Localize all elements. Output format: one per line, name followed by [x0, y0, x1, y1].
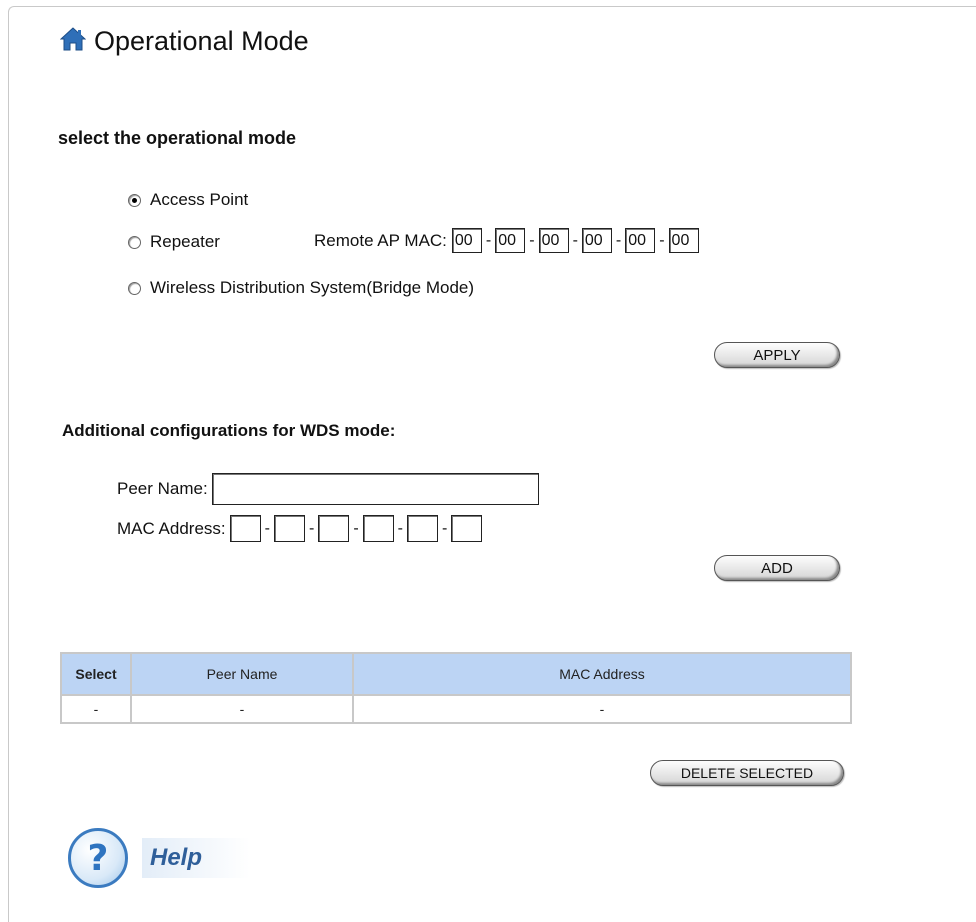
remote-mac-octet-2[interactable] — [495, 228, 526, 253]
table-cell-peer-name: - — [130, 694, 354, 724]
wds-mac-fields: - - - - - — [229, 515, 483, 542]
table-row: - - - — [60, 694, 852, 724]
option-label-repeater: Repeater — [150, 232, 220, 251]
page-header: Operational Mode — [59, 26, 309, 57]
radio-access-point[interactable] — [128, 193, 141, 207]
peer-name-row: Peer Name: — [117, 473, 539, 505]
remote-ap-mac-fields: - - - - - — [451, 228, 699, 253]
help-icon[interactable]: ? — [68, 828, 128, 888]
radio-repeater[interactable] — [128, 235, 141, 249]
radio-wds[interactable] — [128, 281, 141, 295]
column-header-peer-name: Peer Name — [130, 652, 354, 696]
table-cell-select: - — [60, 694, 132, 724]
wds-mac-octet-5[interactable] — [406, 515, 438, 542]
remote-mac-octet-4[interactable] — [581, 228, 612, 253]
help-label[interactable]: Help — [142, 838, 251, 878]
wds-peers-table: Select Peer Name MAC Address - - - — [60, 652, 852, 724]
wds-mac-label: MAC Address: — [117, 518, 226, 538]
mode-option-wds[interactable]: Wireless Distribution System(Bridge Mode… — [128, 278, 474, 298]
column-header-select: Select — [60, 652, 132, 696]
home-icon — [59, 27, 87, 56]
mode-heading: select the operational mode — [58, 128, 297, 148]
wds-heading: Additional configurations for WDS mode: — [62, 421, 396, 440]
wds-mac-octet-3[interactable] — [318, 515, 350, 542]
table-cell-mac-address: - — [352, 694, 852, 724]
help-link[interactable]: ? Help — [68, 828, 251, 888]
mode-option-repeater[interactable]: Repeater — [128, 232, 220, 252]
remote-mac-octet-3[interactable] — [538, 228, 569, 253]
delete-selected-button[interactable]: DELETE SELECTED — [650, 760, 844, 786]
wds-mac-octet-1[interactable] — [229, 515, 261, 542]
option-label-access-point: Access Point — [150, 190, 249, 209]
table-header-row: Select Peer Name MAC Address — [60, 652, 852, 696]
mode-option-access-point[interactable]: Access Point — [128, 190, 248, 210]
remote-ap-mac-row: Remote AP MAC: - - - - - — [314, 228, 699, 253]
peer-name-input[interactable] — [211, 473, 539, 505]
wds-mac-octet-2[interactable] — [273, 515, 305, 542]
peer-name-label: Peer Name: — [117, 479, 208, 498]
page-title: Operational Mode — [94, 26, 309, 56]
wds-mac-octet-6[interactable] — [451, 515, 483, 542]
column-header-mac-address: MAC Address — [352, 652, 852, 696]
remote-mac-octet-5[interactable] — [625, 228, 656, 253]
remote-mac-octet-1[interactable] — [451, 228, 482, 253]
add-button[interactable]: ADD — [714, 555, 840, 581]
option-label-wds: Wireless Distribution System(Bridge Mode… — [150, 278, 475, 297]
apply-button[interactable]: APPLY — [714, 342, 840, 368]
wds-mac-row: MAC Address: - - - - - — [117, 515, 483, 542]
remote-mac-octet-6[interactable] — [668, 228, 699, 253]
wds-mac-octet-4[interactable] — [362, 515, 394, 542]
remote-ap-mac-label: Remote AP MAC: — [314, 230, 447, 250]
